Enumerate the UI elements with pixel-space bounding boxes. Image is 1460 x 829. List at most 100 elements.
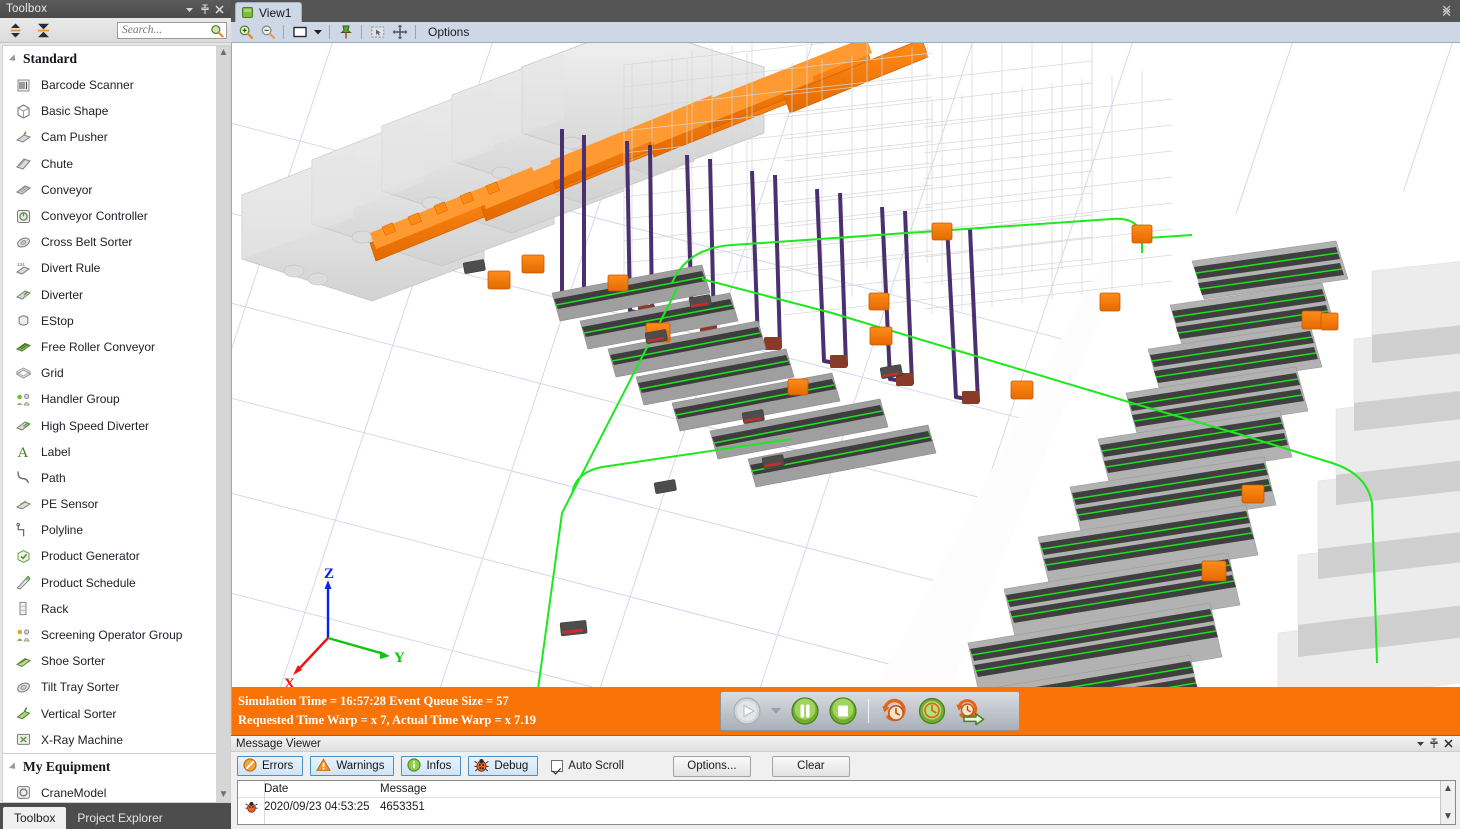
- polyline-icon: [15, 522, 32, 539]
- filter-debug-button[interactable]: Debug: [468, 756, 538, 776]
- toolbox-item-conveyor-controller[interactable]: Conveyor Controller: [3, 203, 216, 229]
- pin-view-icon[interactable]: [336, 23, 355, 41]
- options-button[interactable]: Options...: [673, 756, 751, 777]
- viewport-3d[interactable]: Z Y X Simulation Time = 16:57:28 Event Q…: [231, 43, 1460, 735]
- panel-tab-project-explorer[interactable]: Project Explorer: [66, 807, 173, 829]
- zoom-out-icon[interactable]: [258, 23, 277, 41]
- message-row[interactable]: 2020/09/23 04:53:25 4653351: [238, 798, 1440, 816]
- window-close-icon[interactable]: ✕: [1441, 2, 1452, 18]
- pause-button[interactable]: [789, 695, 821, 727]
- divert-rule-icon: 134: [15, 260, 32, 277]
- auto-scroll-checkbox[interactable]: Auto Scroll: [551, 760, 624, 772]
- filter-warnings-button[interactable]: Warnings: [310, 756, 394, 776]
- toolbox-item-vertical-sorter[interactable]: Vertical Sorter: [3, 701, 216, 727]
- main-area: View1 ✕: [231, 0, 1460, 829]
- cross-belt-sorter-icon: [15, 234, 32, 251]
- toolbox-item-label: Label: [41, 445, 70, 459]
- filter-infos-button[interactable]: Infos: [401, 756, 461, 776]
- toolbox-item-divert-rule[interactable]: 134Divert Rule: [3, 255, 216, 281]
- scroll-down-icon[interactable]: ▼: [219, 790, 229, 800]
- toolbox-item-label[interactable]: ALabel: [3, 439, 216, 465]
- toolbox-pin-icon[interactable]: [197, 2, 212, 17]
- toolbox-item-high-speed-diverter[interactable]: High Speed Diverter: [3, 412, 216, 438]
- column-header-date[interactable]: Date: [264, 783, 380, 795]
- toolbox-item-label: CraneModel: [41, 786, 106, 800]
- toolbox-item-cam-pusher[interactable]: Cam Pusher: [3, 124, 216, 150]
- render-mode-icon[interactable]: [290, 23, 309, 41]
- toolbox-toolstrip: [0, 18, 231, 43]
- toolbox-item-list[interactable]: StandardBarcode ScannerBasic ShapeCam Pu…: [2, 45, 216, 803]
- toolbox-item-cranemodel[interactable]: CraneModel: [3, 780, 216, 803]
- render-mode-dropdown-icon[interactable]: [312, 23, 323, 41]
- step-forward-clock-button[interactable]: [954, 695, 986, 727]
- toolbox-item-tilt-tray-sorter[interactable]: Tilt Tray Sorter: [3, 674, 216, 700]
- collapse-all-icon[interactable]: [32, 20, 54, 41]
- toolbox-item-barcode-scanner[interactable]: Barcode Scanner: [3, 72, 216, 98]
- toolbox-item-pe-sensor[interactable]: PE Sensor: [3, 491, 216, 517]
- message-grid-scrollbar[interactable]: ▲ ▼: [1440, 781, 1455, 824]
- scroll-up-icon[interactable]: ▲: [1443, 783, 1453, 794]
- info-icon: [407, 758, 421, 775]
- scene-render: Z Y X: [232, 43, 1460, 733]
- toolbox-scrollbar[interactable]: ▲ ▼: [216, 45, 231, 803]
- message-viewer-dropdown-icon[interactable]: [1413, 737, 1427, 751]
- free-roller-conveyor-icon: [15, 338, 32, 355]
- x-ray-machine-icon: [15, 731, 32, 748]
- reset-clock-button[interactable]: [878, 695, 910, 727]
- toolbox-item-conveyor[interactable]: Conveyor: [3, 177, 216, 203]
- view-tab-view1[interactable]: View1: [235, 2, 302, 22]
- play-dropdown-button[interactable]: [769, 695, 783, 727]
- toolbox-group-header-0[interactable]: Standard: [3, 46, 216, 72]
- view-tab-label: View1: [259, 6, 291, 20]
- scroll-down-icon[interactable]: ▼: [1443, 811, 1453, 822]
- panel-tab-toolbox[interactable]: Toolbox: [3, 807, 66, 829]
- column-header-message[interactable]: Message: [380, 783, 1440, 795]
- sort-toggle-icon[interactable]: [4, 20, 26, 41]
- view-options-button[interactable]: Options: [422, 25, 475, 39]
- cam-pusher-icon: [15, 129, 32, 146]
- toolbox-item-label: Screening Operator Group: [41, 628, 182, 642]
- toolbox-item-rack[interactable]: Rack: [3, 596, 216, 622]
- tilt-tray-sorter-icon: [15, 679, 32, 696]
- toolbox-item-chute[interactable]: Chute: [3, 151, 216, 177]
- toolbox-item-label: Path: [41, 471, 66, 485]
- search-box[interactable]: [117, 22, 227, 39]
- message-grid[interactable]: Date Message 2020/09/23 04:53:: [237, 780, 1456, 825]
- toolbox-item-product-generator[interactable]: Product Generator: [3, 543, 216, 569]
- toolbox-item-label: Product Schedule: [41, 576, 136, 590]
- toolbox-item-estop[interactable]: EStop: [3, 308, 216, 334]
- toolbox-item-polyline[interactable]: Polyline: [3, 517, 216, 543]
- toolbox-item-free-roller-conveyor[interactable]: Free Roller Conveyor: [3, 334, 216, 360]
- toolbox-item-diverter[interactable]: Diverter: [3, 282, 216, 308]
- toolbox-item-label: Free Roller Conveyor: [41, 340, 155, 354]
- message-viewer-close-icon[interactable]: [1441, 737, 1455, 751]
- toolbox-item-basic-shape[interactable]: Basic Shape: [3, 98, 216, 124]
- scroll-up-icon[interactable]: ▲: [219, 48, 229, 58]
- toolbox-item-x-ray-machine[interactable]: X-Ray Machine: [3, 727, 216, 753]
- panel-tab-strip: Toolbox Project Explorer: [0, 803, 231, 829]
- toolbox-close-icon[interactable]: [212, 2, 227, 17]
- toolbox-item-handler-group[interactable]: Handler Group: [3, 386, 216, 412]
- svg-text:134: 134: [17, 262, 25, 267]
- toolbox-group-header-1[interactable]: My Equipment: [3, 754, 216, 780]
- toolbox-dropdown-icon[interactable]: [182, 2, 197, 17]
- toolbar-separator: [415, 25, 416, 39]
- toolbox-item-cross-belt-sorter[interactable]: Cross Belt Sorter: [3, 229, 216, 255]
- clock-button[interactable]: [916, 695, 948, 727]
- pan-icon[interactable]: [390, 23, 409, 41]
- toolbox-item-product-schedule[interactable]: Product Schedule: [3, 570, 216, 596]
- toolbox-item-screening-operator-group[interactable]: Screening Operator Group: [3, 622, 216, 648]
- message-viewer-pin-icon[interactable]: [1427, 737, 1441, 751]
- filter-infos-label: Infos: [426, 760, 451, 772]
- toolbox-item-label: High Speed Diverter: [41, 419, 149, 433]
- toolbox-item-shoe-sorter[interactable]: Shoe Sorter: [3, 648, 216, 674]
- toolbox-item-grid[interactable]: Grid: [3, 360, 216, 386]
- stop-button[interactable]: [827, 695, 859, 727]
- zoom-in-icon[interactable]: [236, 23, 255, 41]
- filter-errors-button[interactable]: Errors: [237, 756, 303, 776]
- toolbox-item-path[interactable]: Path: [3, 465, 216, 491]
- play-button[interactable]: [731, 695, 763, 727]
- clear-button[interactable]: Clear: [772, 756, 850, 777]
- select-region-icon[interactable]: [368, 23, 387, 41]
- scene-3d: Z Y X: [232, 43, 1460, 735]
